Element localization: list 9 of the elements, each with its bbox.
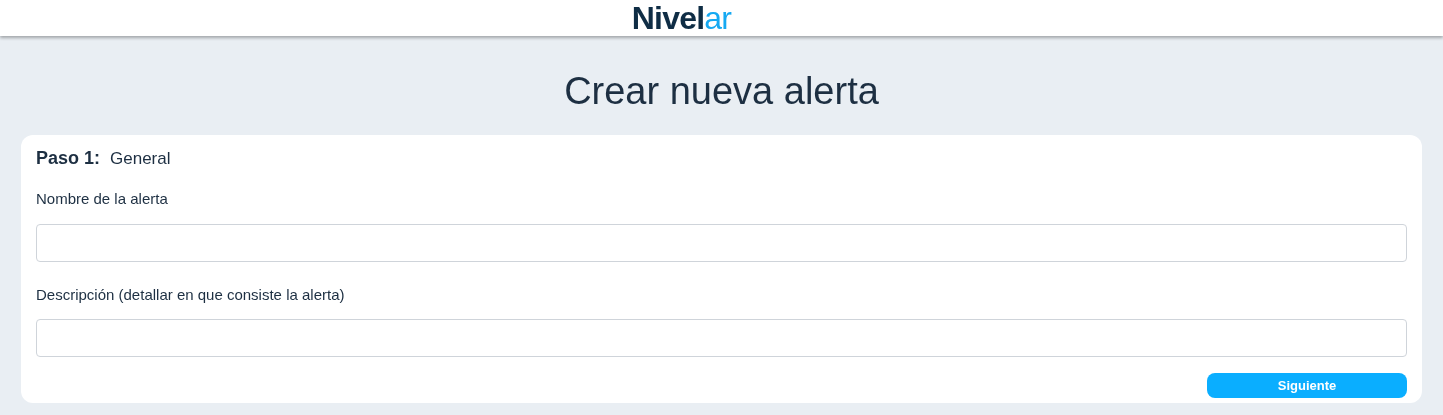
step-label: Paso 1:: [36, 147, 101, 170]
next-button[interactable]: Siguiente: [1207, 373, 1407, 398]
step-name: General: [110, 148, 171, 170]
input-field[interactable]: [36, 223, 1407, 262]
input-field[interactable]: [36, 319, 1407, 357]
field-label: Descripción (detallar en que consiste la alerta): [36, 284, 346, 305]
logo: Nivelar: [631, 1, 732, 36]
field-label: Nombre de la alerta: [36, 189, 169, 209]
page-title: Crear nueva alerta: [563, 69, 880, 114]
